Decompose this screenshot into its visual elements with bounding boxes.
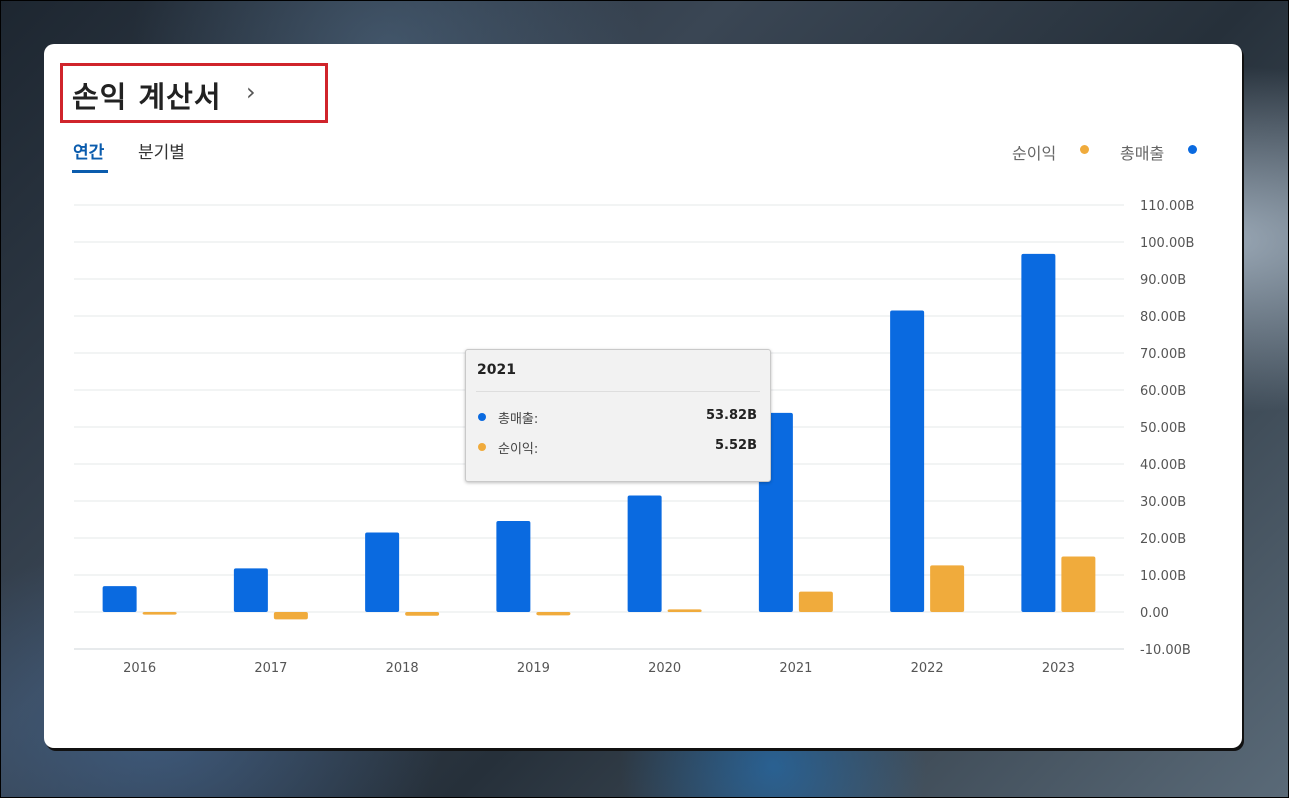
chart-tooltip: 2021 총매출: 53.82B 순이익: 5.52B — [465, 349, 771, 482]
bar-net-income — [930, 565, 965, 612]
income-statement-card: 손익 계산서 › 연간 분기별 순이익 총매출 110.00B 100.00B 90… — [44, 44, 1242, 748]
tooltip-revenue-dot — [478, 413, 486, 421]
tooltip-net-income-label: 순이익: — [498, 442, 539, 457]
bar-revenue — [496, 520, 531, 612]
tooltip-net-income-value: 5.52B — [715, 438, 757, 453]
tooltip-divider — [476, 391, 760, 392]
x-tick-label: 2021 — [779, 661, 812, 676]
bar-revenue — [233, 568, 268, 612]
bar-revenue — [890, 310, 925, 612]
bar-revenue — [102, 586, 137, 612]
tooltip-net-income-dot — [478, 443, 486, 451]
bar-revenue — [365, 532, 400, 612]
tooltip-revenue-value: 53.82B — [705, 408, 757, 423]
bar-net-income — [536, 612, 571, 616]
y-tick-label: 30.00B — [1140, 495, 1186, 510]
y-tick-label: 70.00B — [1140, 347, 1186, 362]
x-tick-label: 2023 — [1042, 661, 1075, 676]
y-tick-label: 0.00 — [1140, 606, 1169, 621]
bar-net-income — [1061, 556, 1096, 612]
x-tick-label: 2019 — [517, 661, 550, 676]
x-tick-label: 2022 — [911, 661, 944, 676]
bar-net-income — [405, 612, 440, 616]
y-tick-label: 80.00B — [1140, 310, 1186, 325]
y-tick-label: 10.00B — [1140, 569, 1186, 584]
x-tick-label: 2016 — [123, 661, 156, 676]
bar-net-income — [273, 612, 308, 620]
x-tick-label: 2018 — [386, 661, 419, 676]
tooltip-year: 2021 — [477, 362, 516, 378]
bar-revenue — [1021, 253, 1056, 612]
bar-revenue — [627, 495, 662, 612]
y-tick-label: 100.00B — [1140, 236, 1194, 251]
y-tick-label: 50.00B — [1140, 421, 1186, 436]
bar-net-income — [798, 591, 833, 612]
x-tick-label: 2017 — [254, 661, 287, 676]
y-tick-label: 110.00B — [1140, 199, 1194, 214]
y-tick-label: 40.00B — [1140, 458, 1186, 473]
tooltip-revenue-label: 총매출: — [498, 412, 539, 427]
y-tick-label: 60.00B — [1140, 384, 1186, 399]
bar-net-income — [142, 612, 177, 615]
y-tick-label: 90.00B — [1140, 273, 1186, 288]
x-tick-label: 2020 — [648, 661, 681, 676]
bar-net-income — [667, 609, 702, 612]
y-tick-label: -10.00B — [1140, 643, 1191, 658]
y-tick-label: 20.00B — [1140, 532, 1186, 547]
